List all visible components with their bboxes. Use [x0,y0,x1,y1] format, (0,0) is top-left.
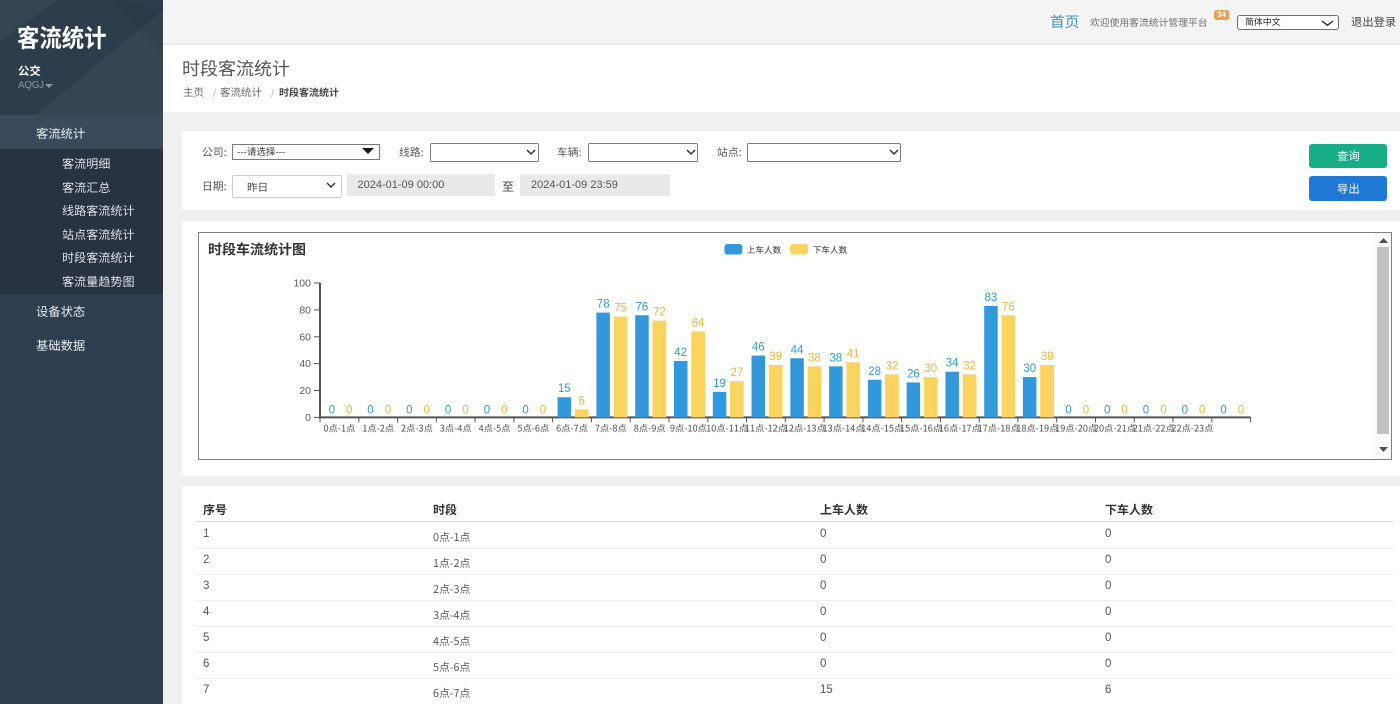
svg-text:41: 41 [847,348,860,360]
svg-text:0: 0 [305,412,311,424]
svg-text:32: 32 [886,360,899,372]
svg-text:30: 30 [924,363,937,375]
svg-text:38: 38 [829,352,842,364]
svg-text:60: 60 [299,331,311,343]
svg-text:0: 0 [1104,404,1110,416]
svg-text:0: 0 [385,404,391,416]
svg-text:6: 6 [579,395,585,407]
svg-text:39: 39 [1041,351,1054,363]
svg-text:0: 0 [1199,404,1205,416]
svg-text:27: 27 [731,367,744,379]
svg-text:75: 75 [614,303,627,315]
svg-text:0: 0 [445,404,451,416]
svg-text:0: 0 [484,404,490,416]
svg-text:76: 76 [636,301,649,313]
svg-text:0: 0 [1182,404,1188,416]
svg-text:0: 0 [1220,404,1226,416]
svg-text:0: 0 [329,404,335,416]
svg-text:30: 30 [1023,363,1036,375]
svg-text:40: 40 [299,358,311,370]
svg-text:0: 0 [540,404,546,416]
svg-text:0: 0 [406,404,412,416]
svg-text:80: 80 [299,304,311,316]
svg-text:0: 0 [1143,404,1149,416]
svg-text:0: 0 [1160,404,1166,416]
svg-text:76: 76 [1002,301,1015,313]
svg-text:0: 0 [1238,404,1244,416]
svg-text:20: 20 [299,385,311,397]
svg-text:34: 34 [946,358,959,370]
svg-text:38: 38 [808,352,821,364]
svg-text:0: 0 [1083,404,1089,416]
svg-text:0: 0 [1121,404,1127,416]
svg-text:0: 0 [1065,404,1071,416]
svg-text:28: 28 [868,366,881,378]
svg-text:0: 0 [423,404,429,416]
svg-text:83: 83 [985,292,998,304]
svg-text:0: 0 [501,404,507,416]
svg-text:0: 0 [462,404,468,416]
svg-text:78: 78 [597,299,610,311]
svg-text:100: 100 [293,278,311,290]
svg-text:44: 44 [791,344,804,356]
svg-text:39: 39 [769,351,782,363]
svg-text:19: 19 [713,378,726,390]
svg-text:0: 0 [367,404,373,416]
svg-text:64: 64 [692,317,705,329]
svg-text:42: 42 [674,347,687,359]
svg-text:15: 15 [558,383,571,395]
svg-text:72: 72 [653,307,666,319]
svg-text:0: 0 [522,404,528,416]
svg-text:32: 32 [963,360,976,372]
svg-text:0: 0 [346,404,352,416]
svg-text:46: 46 [752,342,765,354]
svg-text:26: 26 [907,369,920,381]
